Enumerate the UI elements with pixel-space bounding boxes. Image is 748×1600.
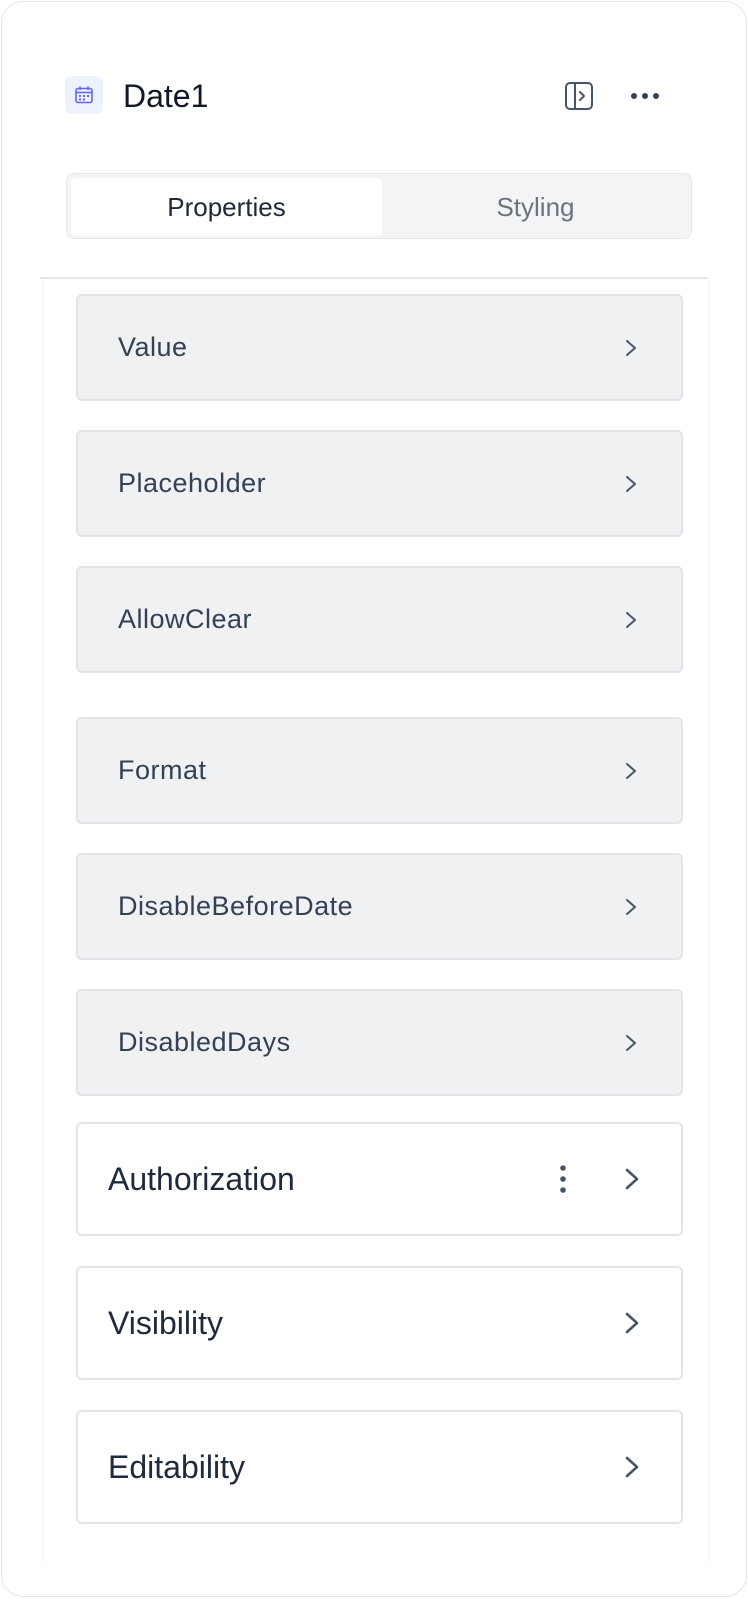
chevron-right-icon bbox=[626, 340, 636, 356]
more-vertical-icon bbox=[560, 1165, 566, 1193]
more-horizontal-icon bbox=[631, 93, 659, 99]
chevron-right-icon bbox=[626, 899, 636, 915]
section-menu-button[interactable] bbox=[548, 1160, 578, 1198]
property-row-format[interactable]: Format bbox=[76, 717, 683, 824]
property-row-disableddays[interactable]: DisabledDays bbox=[76, 989, 683, 1096]
tab-bar: Properties Styling bbox=[66, 173, 692, 239]
panel-toggle-button[interactable] bbox=[561, 78, 597, 114]
panel-toggle-icon bbox=[565, 82, 593, 110]
chevron-right-icon bbox=[626, 476, 636, 492]
property-label: DisabledDays bbox=[118, 1027, 291, 1057]
calendar-icon bbox=[65, 76, 103, 114]
panel-guide-right bbox=[709, 282, 710, 1562]
tab-styling[interactable]: Styling bbox=[382, 178, 689, 236]
section-authorization[interactable]: Authorization bbox=[76, 1122, 683, 1236]
property-label: Format bbox=[118, 755, 207, 785]
property-label: Placeholder bbox=[118, 468, 267, 498]
property-row-allowclear[interactable]: AllowClear bbox=[76, 566, 683, 673]
header-divider bbox=[40, 277, 708, 279]
property-label: AllowClear bbox=[118, 604, 253, 634]
property-row-value[interactable]: Value bbox=[76, 294, 683, 401]
panel-header: Date1 bbox=[65, 76, 675, 116]
chevron-right-icon bbox=[625, 1312, 639, 1334]
chevron-right-icon bbox=[625, 1456, 639, 1478]
more-options-button[interactable] bbox=[627, 78, 663, 114]
section-visibility[interactable]: Visibility bbox=[76, 1266, 683, 1380]
component-title: Date1 bbox=[123, 78, 209, 114]
chevron-right-icon bbox=[626, 1035, 636, 1051]
property-row-placeholder[interactable]: Placeholder bbox=[76, 430, 683, 537]
section-label: Editability bbox=[108, 1449, 245, 1485]
property-row-disablebeforedate[interactable]: DisableBeforeDate bbox=[76, 853, 683, 960]
section-editability[interactable]: Editability bbox=[76, 1410, 683, 1524]
section-label: Authorization bbox=[108, 1161, 295, 1197]
property-label: DisableBeforeDate bbox=[118, 891, 354, 921]
chevron-right-icon bbox=[626, 763, 636, 779]
section-label: Visibility bbox=[108, 1305, 223, 1341]
panel-guide-left bbox=[42, 282, 43, 1562]
chevron-right-icon bbox=[625, 1168, 639, 1190]
property-label: Value bbox=[118, 332, 188, 362]
chevron-right-icon bbox=[626, 612, 636, 628]
tab-properties[interactable]: Properties bbox=[71, 178, 382, 236]
